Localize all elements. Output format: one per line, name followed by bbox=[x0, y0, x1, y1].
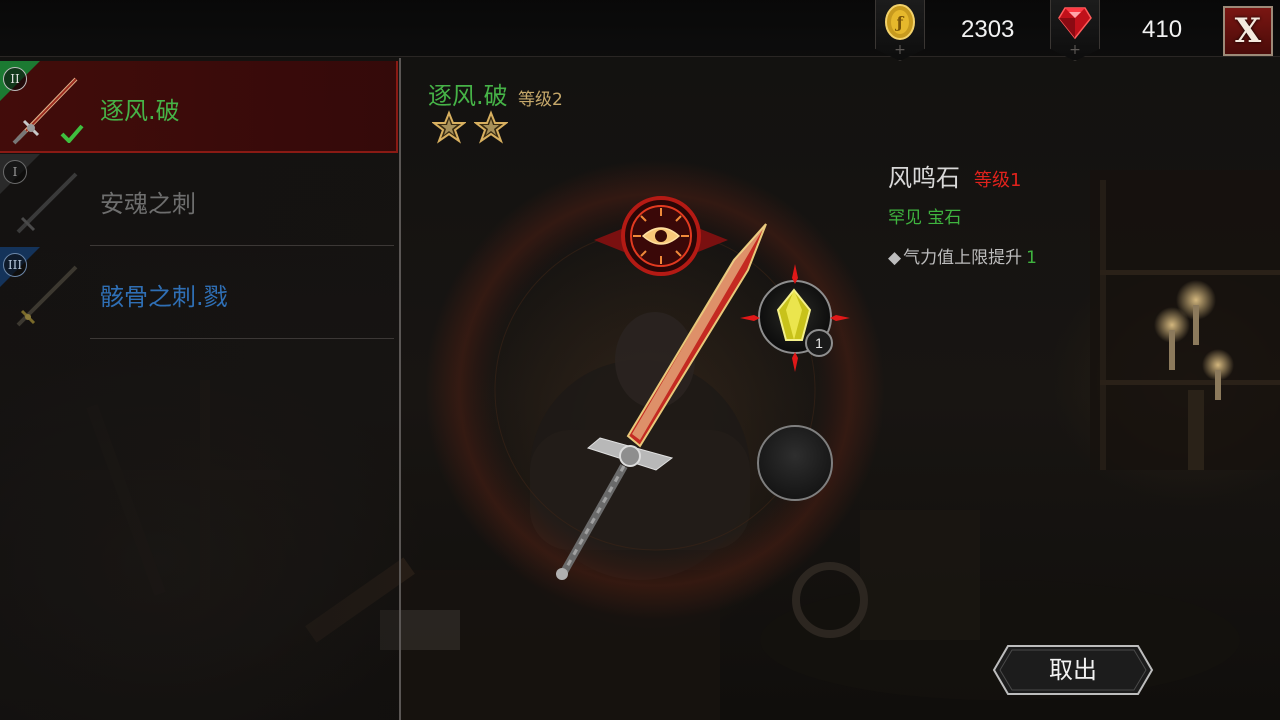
take-out-button[interactable]: 取出 bbox=[992, 644, 1154, 696]
sidebar-divider bbox=[399, 58, 401, 720]
weapon-list-item[interactable]: II 逐风.破 bbox=[0, 61, 398, 153]
weapon-name: 安魂之刺 bbox=[100, 190, 196, 218]
weapon-name: 逐风.破 bbox=[100, 97, 180, 125]
svg-text:ƒ: ƒ bbox=[895, 13, 905, 32]
gem-add-button[interactable]: + bbox=[1050, 0, 1100, 61]
gem-bonus: ◆ 气力值上限提升 1 bbox=[888, 243, 1037, 268]
weapon-list-item[interactable]: I 安魂之刺 bbox=[0, 154, 398, 246]
star-icon bbox=[432, 110, 466, 144]
red-gem-icon bbox=[1058, 7, 1092, 40]
gem-bonus-text: 气力值上限提升 bbox=[903, 248, 1023, 268]
gem-bonus-value: 1 bbox=[1026, 248, 1037, 268]
gem-socket-empty[interactable] bbox=[757, 425, 833, 501]
gem-level: 等级1 bbox=[974, 170, 1022, 191]
weapon-title: 逐风.破 bbox=[428, 82, 508, 110]
bone-sword-icon bbox=[16, 265, 78, 327]
gold-amount: 2303 bbox=[961, 16, 1015, 43]
dagger-icon bbox=[16, 172, 78, 234]
gold-add-button[interactable]: ƒ + bbox=[875, 0, 925, 61]
diamond-bullet-icon: ◆ bbox=[888, 248, 902, 268]
gem-rarity: 罕见 宝石 bbox=[888, 208, 962, 228]
close-button[interactable]: X bbox=[1223, 6, 1273, 56]
gem-amount: 410 bbox=[1142, 16, 1183, 43]
gem-name: 风鸣石 bbox=[888, 164, 960, 192]
gem-count-badge: 1 bbox=[805, 329, 833, 357]
sword-display-icon bbox=[556, 223, 767, 580]
weapon-list-item[interactable]: III 骸骨之刺.戮 bbox=[0, 247, 398, 339]
check-icon bbox=[60, 124, 84, 143]
gold-coin-icon: ƒ bbox=[885, 4, 915, 40]
take-out-label: 取出 bbox=[1049, 656, 1097, 684]
star-icon bbox=[474, 110, 508, 144]
game-screen: ƒ + 2303 + 410 X II 逐风.破 I 安魂之刺 III 骸骨之刺… bbox=[0, 0, 1280, 720]
weapon-level: 等级2 bbox=[518, 90, 563, 110]
weapon-name: 骸骨之刺.戮 bbox=[100, 283, 228, 311]
